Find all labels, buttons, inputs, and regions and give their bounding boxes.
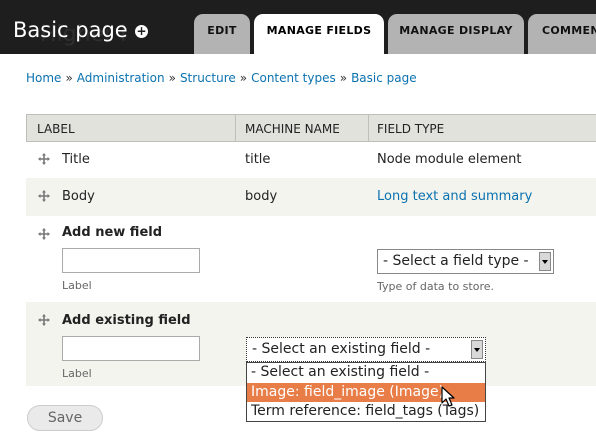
breadcrumb-separator: » [65, 71, 73, 85]
breadcrumb-administration[interactable]: Administration [77, 71, 165, 85]
page-header: Higher I Basic page + EDIT MANAGE FIELDS… [0, 0, 596, 54]
breadcrumb-basic-page[interactable]: Basic page [351, 71, 417, 85]
save-button[interactable]: Save [27, 405, 103, 431]
add-new-field-row: Add new field Label - Select a field typ… [26, 216, 596, 302]
drag-handle-icon[interactable] [38, 190, 50, 202]
drag-handle-icon[interactable] [38, 314, 50, 326]
field-type-link[interactable]: Long text and summary [377, 189, 532, 204]
tab-comment-fields[interactable]: COMMEN [528, 14, 596, 54]
field-label: Title [62, 152, 90, 167]
drag-handle-icon[interactable] [38, 153, 50, 165]
field-machine-name: title [245, 152, 271, 167]
column-header-label: LABEL [37, 122, 75, 136]
add-new-field-heading: Add new field [62, 225, 163, 240]
table-row: Body body Long text and summary [26, 178, 596, 216]
chevron-down-icon [539, 252, 551, 271]
breadcrumb-separator: » [168, 71, 176, 85]
column-header-field-type: FIELD TYPE [377, 122, 445, 136]
fields-table-header: LABEL MACHINE NAME FIELD TYPE [26, 114, 596, 142]
page-title: Basic page [13, 18, 128, 42]
field-machine-name: body [245, 189, 278, 204]
tab-edit[interactable]: EDIT [194, 14, 250, 54]
drag-handle-icon[interactable] [38, 228, 50, 240]
breadcrumb: Home» Administration» Structure» Content ty… [26, 71, 417, 85]
tab-manage-fields[interactable]: MANAGE FIELDS [254, 14, 384, 54]
breadcrumb-content-types[interactable]: Content types [251, 71, 336, 85]
breadcrumb-separator: » [239, 71, 248, 85]
breadcrumb-separator: » [339, 71, 348, 85]
existing-field-select[interactable]: - Select an existing field - [246, 337, 486, 362]
dropdown-option[interactable]: - Select an existing field - [247, 363, 485, 382]
column-header-machine-name: MACHINE NAME [245, 122, 340, 136]
column-divider [368, 115, 369, 142]
field-type-description: Type of data to store. [377, 280, 494, 293]
existing-field-label-description: Label [62, 367, 92, 380]
tab-manage-display[interactable]: MANAGE DISPLAY [388, 14, 524, 54]
field-type-select[interactable]: - Select a field type - [377, 249, 554, 274]
chevron-down-icon [471, 340, 483, 359]
column-divider [235, 115, 236, 142]
field-type: Node module element [377, 152, 522, 167]
breadcrumb-structure[interactable]: Structure [180, 71, 236, 85]
mouse-pointer-icon [441, 386, 455, 407]
field-type-select-value: - Select a field type - [383, 253, 529, 269]
existing-field-select-value: - Select an existing field - [252, 341, 431, 357]
table-row: Title title Node module element [26, 142, 596, 178]
existing-field-label-input[interactable] [62, 336, 200, 361]
new-field-label-input[interactable] [62, 248, 200, 273]
breadcrumb-home[interactable]: Home [26, 71, 61, 85]
add-existing-field-heading: Add existing field [62, 313, 191, 328]
field-label: Body [62, 189, 95, 204]
new-field-label-description: Label [62, 279, 92, 292]
add-shortcut-icon[interactable]: + [135, 25, 148, 38]
